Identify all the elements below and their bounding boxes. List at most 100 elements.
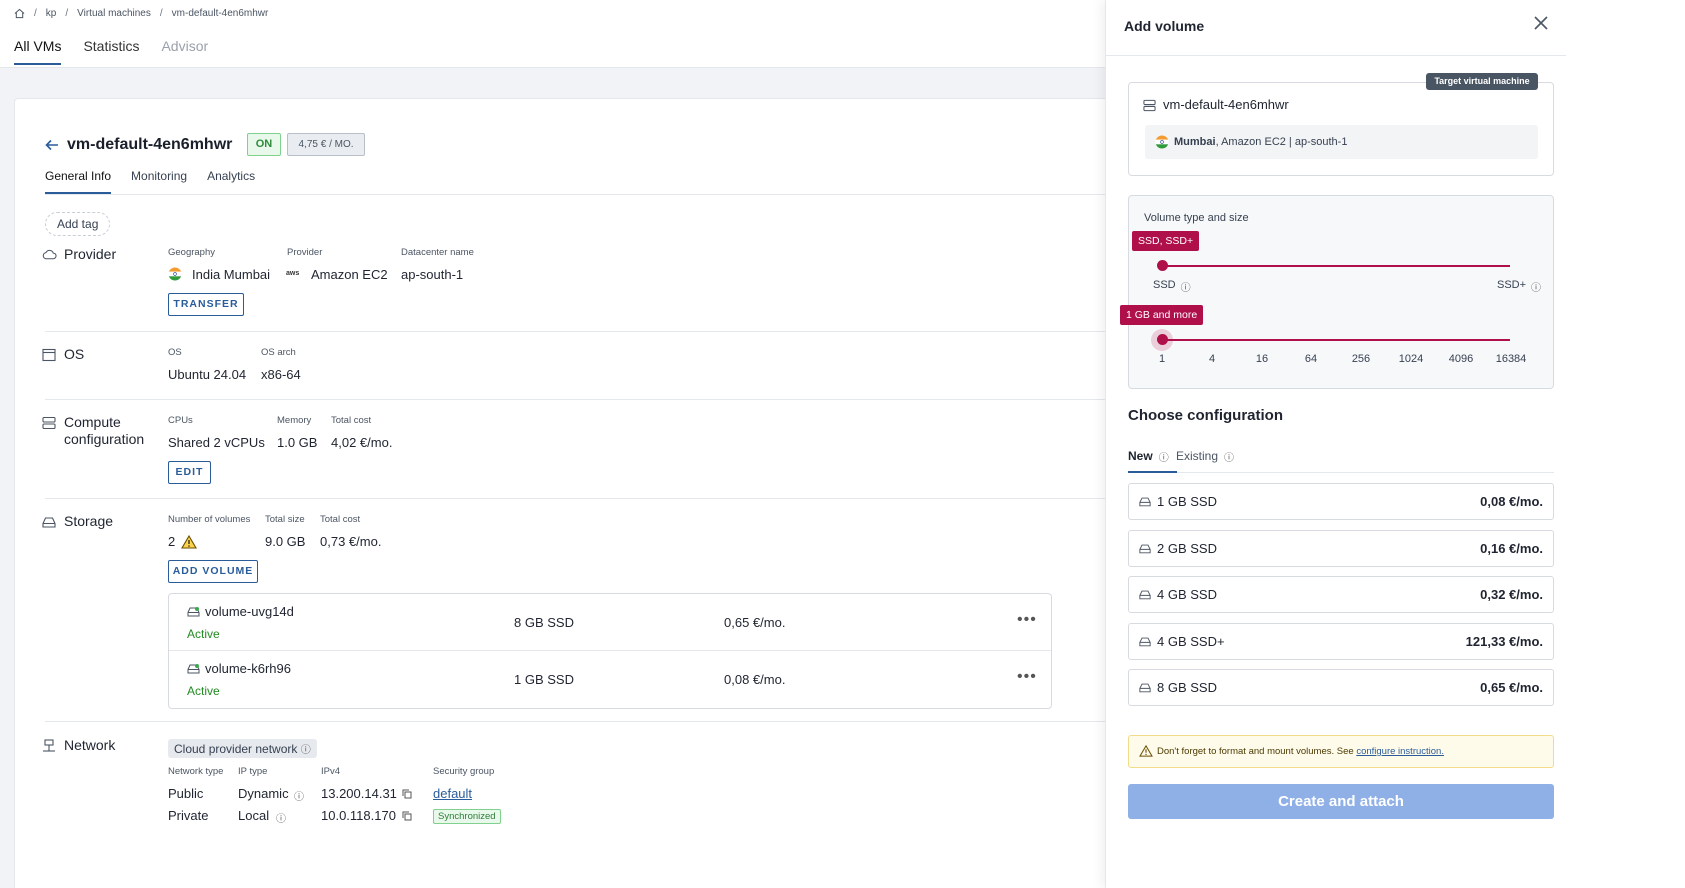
config-option[interactable]: 2 GB SSD 0,16 €/mo. (1128, 530, 1554, 567)
volumes-count-label: Number of volumes (168, 514, 251, 525)
copy-icon[interactable] (402, 811, 412, 821)
edit-button[interactable]: EDIT (168, 461, 211, 484)
breadcrumb: / kp / Virtual machines / vm-default-4en… (14, 8, 268, 19)
home-icon[interactable] (14, 8, 25, 19)
more-options-icon[interactable]: ••• (1017, 668, 1037, 686)
breadcrumb-item[interactable]: Virtual machines (77, 8, 151, 19)
info-icon[interactable]: ⓘ (301, 745, 311, 756)
info-icon[interactable]: ⓘ (276, 810, 286, 825)
panel-title: Add volume (1124, 18, 1205, 34)
info-icon[interactable]: ⓘ (1181, 279, 1191, 294)
drive-icon (42, 515, 56, 529)
add-volume-button[interactable]: ADD VOLUME (168, 560, 258, 583)
more-options-icon[interactable]: ••• (1017, 611, 1037, 629)
config-option[interactable]: 4 GB SSD 0,32 €/mo. (1128, 576, 1554, 613)
config-price: 0,32 €/mo. (1480, 587, 1543, 602)
create-and-attach-button[interactable]: Create and attach (1128, 784, 1554, 819)
server-icon (42, 416, 56, 430)
ipv4-value: 13.200.14.31 (321, 786, 397, 801)
cpus-value: Shared 2 vCPUs (168, 435, 265, 450)
volume-type-size-label: Volume type and size (1144, 212, 1249, 224)
storage-cost-label: Total cost (320, 514, 361, 525)
table-row[interactable]: volume-k6rh96 Active 1 GB SSD 0,08 €/mo.… (169, 651, 1051, 708)
close-icon[interactable] (1534, 16, 1548, 30)
configure-instruction-link[interactable]: configure instruction. (1356, 746, 1444, 757)
type-max-label: SSD+ (1497, 279, 1527, 291)
os-arch-value: x86-64 (261, 367, 301, 382)
target-vm-badge: Target virtual machine (1426, 73, 1538, 90)
size-slider-thumb[interactable] (1157, 334, 1168, 345)
storage-section-title: Storage (42, 513, 113, 529)
drive-icon (1139, 682, 1151, 693)
table-row[interactable]: volume-uvg14d Active 8 GB SSD 0,65 €/mo.… (169, 594, 1051, 651)
network-section-title: Network (42, 737, 115, 753)
size-tick-label: 256 (1351, 353, 1371, 365)
breadcrumb-item[interactable]: kp (46, 8, 57, 19)
config-name: 2 GB SSD (1157, 541, 1217, 556)
volumes-count-value: 2 (168, 534, 176, 549)
server-icon (1143, 99, 1156, 112)
tab-all-vms[interactable]: All VMs (14, 38, 62, 65)
ip-type-label: IP type (238, 766, 268, 777)
volume-cost: 0,65 €/mo. (724, 615, 786, 630)
network-type-value: Public (168, 786, 204, 801)
config-name: 4 GB SSD (1157, 587, 1217, 602)
add-volume-panel: Add volume vm-default-4en6mhwr Mumbai, A… (1105, 0, 1685, 888)
aws-logo-icon: aws (286, 270, 300, 277)
vm-name: vm-default-4en6mhwr (67, 136, 233, 153)
os-label: OS (168, 347, 182, 358)
tab-new[interactable]: New ⓘ (1128, 449, 1177, 473)
datacenter-value: ap-south-1 (401, 267, 464, 282)
tab-analytics[interactable]: Analytics (207, 169, 255, 194)
vm-details-card: vm-default-4en6mhwr ON 4,75 € / MO. Gene… (14, 98, 1205, 888)
type-slider-track[interactable] (1162, 265, 1510, 267)
size-tick-label: 64 (1304, 353, 1318, 365)
format-warning: Don't forget to format and mount volumes… (1128, 735, 1554, 768)
volume-status: Active (187, 627, 220, 641)
tab-existing[interactable]: Existing ⓘ (1176, 449, 1234, 464)
security-group-link[interactable]: default (433, 786, 472, 801)
target-vm-name: vm-default-4en6mhwr (1163, 97, 1289, 112)
info-icon[interactable]: ⓘ (1159, 449, 1169, 471)
drive-icon (1139, 543, 1151, 554)
tab-general-info[interactable]: General Info (45, 169, 112, 194)
tab-statistics[interactable]: Statistics (83, 38, 139, 65)
back-arrow-icon[interactable] (45, 139, 59, 151)
config-option[interactable]: 1 GB SSD 0,08 €/mo. (1128, 483, 1554, 520)
copy-icon[interactable] (402, 789, 412, 799)
type-min-label: SSD (1153, 279, 1176, 291)
config-option[interactable]: 8 GB SSD 0,65 €/mo. (1128, 669, 1554, 706)
type-slider-thumb[interactable] (1157, 260, 1168, 271)
location-box: Mumbai, Amazon EC2 | ap-south-1 (1145, 125, 1538, 159)
provider-value: Amazon EC2 (311, 267, 388, 282)
datacenter-label: Datacenter name (401, 247, 474, 258)
tab-monitoring[interactable]: Monitoring (131, 169, 187, 194)
section-divider (45, 498, 1205, 499)
transfer-button[interactable]: TRANSFER (168, 293, 244, 316)
volume-icon (187, 663, 200, 674)
config-option[interactable]: 4 GB SSD+ 121,33 €/mo. (1128, 623, 1554, 660)
target-vm-card: vm-default-4en6mhwr Mumbai, Amazon EC2 |… (1128, 82, 1554, 176)
network-type-label: Network type (168, 766, 224, 777)
volume-name[interactable]: volume-k6rh96 (205, 661, 291, 676)
volume-name[interactable]: volume-uvg14d (205, 604, 294, 619)
info-icon[interactable]: ⓘ (1531, 279, 1541, 294)
info-icon[interactable]: ⓘ (1224, 449, 1234, 464)
choose-configuration-title: Choose configuration (1128, 407, 1283, 424)
add-tag-button[interactable]: Add tag (45, 212, 111, 236)
info-icon[interactable]: ⓘ (294, 788, 304, 803)
tab-advisor[interactable]: Advisor (161, 38, 208, 65)
sync-status-badge: Synchronized (433, 809, 501, 824)
config-name: 4 GB SSD+ (1157, 634, 1225, 649)
india-flag-icon (168, 267, 182, 281)
top-tabs: All VMs Statistics Advisor (14, 38, 208, 65)
config-price: 0,08 €/mo. (1480, 494, 1543, 509)
memory-label: Memory (277, 415, 312, 426)
status-badge: ON (247, 133, 281, 156)
size-slider-track[interactable] (1162, 339, 1510, 341)
volume-table: volume-uvg14d Active 8 GB SSD 0,65 €/mo.… (168, 593, 1052, 709)
config-name: 1 GB SSD (1157, 494, 1217, 509)
section-divider (45, 721, 1205, 722)
warning-text: Don't forget to format and mount volumes… (1157, 746, 1357, 757)
warning-icon (181, 535, 197, 549)
